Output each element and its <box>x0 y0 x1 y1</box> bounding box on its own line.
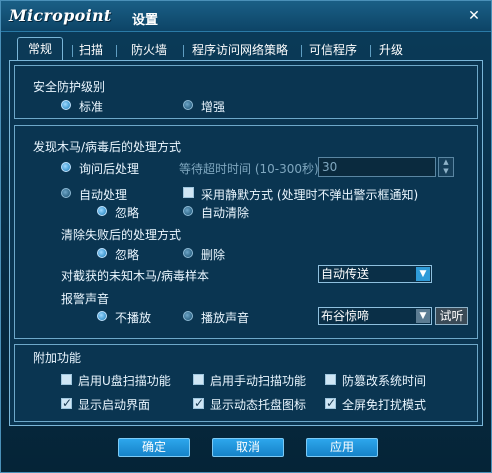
radio-fail-delete[interactable] <box>183 248 193 258</box>
radio-enhanced[interactable] <box>183 100 193 110</box>
radio-play-sound-label: 播放声音 <box>201 311 250 325</box>
tab-bar: 常规 扫描 防火墙 程序访问网络策略 可信程序 升级 <box>9 37 483 62</box>
usb-scan-label: 启用U盘扫描功能 <box>78 374 171 388</box>
chevron-down-icon[interactable]: ▼ <box>416 309 430 323</box>
settings-window: Micropoint 设置 ✕ 常规 扫描 防火墙 程序访问网络策略 可信程序 … <box>0 0 492 473</box>
fullscreen-checkbox[interactable] <box>325 396 336 410</box>
tab-separator <box>116 45 117 57</box>
timeout-spinner[interactable]: ▲ ▼ <box>438 157 454 177</box>
apply-button[interactable]: 应用 <box>306 438 378 457</box>
ok-button[interactable]: 确定 <box>118 438 190 457</box>
radio-fail-ignore-label: 忽略 <box>115 248 140 262</box>
tab-separator <box>72 45 73 57</box>
radio-no-sound-label: 不播放 <box>115 311 152 325</box>
sound-value: 布谷惊啼 <box>321 309 370 323</box>
tab-trusted-programs[interactable]: 可信程序 <box>305 41 361 61</box>
radio-ask-label: 询问后处理 <box>79 162 140 176</box>
trojan-handling-heading: 发现木马/病毒后的处理方式 <box>33 140 182 154</box>
trojan-handling-group: 发现木马/病毒后的处理方式 询问后处理 等待超时时间 (10-300秒): 30… <box>14 125 478 339</box>
spin-down-icon[interactable]: ▼ <box>439 167 453 176</box>
alarm-heading: 报警声音 <box>61 292 110 306</box>
radio-auto-clear-label: 自动清除 <box>201 206 250 220</box>
sound-select[interactable]: 布谷惊啼 ▼ <box>318 307 432 325</box>
splash-checkbox[interactable] <box>61 396 72 410</box>
manual-scan-label: 启用手动扫描功能 <box>210 374 307 388</box>
unknown-sample-label: 对截获的未知木马/病毒样本 <box>61 269 210 283</box>
radio-auto-clear[interactable] <box>183 206 193 216</box>
fullscreen-label: 全屏免打扰模式 <box>342 398 427 412</box>
usb-scan-checkbox[interactable] <box>61 374 72 385</box>
radio-ask[interactable] <box>61 162 71 172</box>
unknown-sample-select[interactable]: 自动传送 ▼ <box>318 265 432 283</box>
cancel-button[interactable]: 取消 <box>212 438 284 457</box>
time-protect-checkbox[interactable] <box>325 374 336 385</box>
fail-heading: 清除失败后的处理方式 <box>61 228 182 242</box>
timeout-label: 等待超时时间 (10-300秒): <box>179 162 323 176</box>
radio-auto-label: 自动处理 <box>79 188 128 202</box>
tab-network-policy[interactable]: 程序访问网络策略 <box>187 41 293 61</box>
time-protect-label: 防篡改系统时间 <box>342 374 427 388</box>
radio-ignore-label: 忽略 <box>115 206 140 220</box>
tray-icon-checkbox[interactable] <box>193 396 204 410</box>
tab-scan[interactable]: 扫描 <box>75 41 107 61</box>
tab-firewall[interactable]: 防火墙 <box>121 41 177 61</box>
radio-fail-delete-label: 删除 <box>201 248 226 262</box>
spin-up-icon[interactable]: ▲ <box>439 158 453 167</box>
silent-checkbox[interactable] <box>183 187 194 198</box>
radio-auto[interactable] <box>61 188 71 198</box>
timeout-input[interactable]: 30 <box>318 157 436 177</box>
chevron-down-icon[interactable]: ▼ <box>416 267 430 281</box>
radio-standard-label: 标准 <box>79 100 104 114</box>
close-icon[interactable]: ✕ <box>466 8 482 24</box>
security-level-heading: 安全防护级别 <box>33 80 106 94</box>
manual-scan-checkbox[interactable] <box>193 374 204 385</box>
tab-separator <box>183 45 184 57</box>
unknown-sample-value: 自动传送 <box>321 267 370 281</box>
tab-general[interactable]: 常规 <box>17 37 63 62</box>
radio-ignore[interactable] <box>97 206 107 216</box>
extras-heading: 附加功能 <box>33 351 82 365</box>
tab-update[interactable]: 升级 <box>375 41 407 61</box>
tray-icon-label: 显示动态托盘图标 <box>210 398 307 412</box>
listen-button[interactable]: 试听 <box>435 307 468 325</box>
radio-no-sound[interactable] <box>97 311 107 321</box>
tab-separator <box>301 45 302 57</box>
radio-play-sound[interactable] <box>183 311 193 321</box>
radio-fail-ignore[interactable] <box>97 248 107 258</box>
silent-label: 采用静默方式 (处理时不弹出警示框通知) <box>201 188 419 202</box>
radio-enhanced-label: 增强 <box>201 100 226 114</box>
splash-label: 显示启动界面 <box>78 398 151 412</box>
app-logo: Micropoint <box>9 6 112 25</box>
security-level-group: 安全防护级别 标准 增强 <box>14 65 478 119</box>
extras-group: 附加功能 启用U盘扫描功能 启用手动扫描功能 防篡改系统时间 显示启动界面 显示… <box>14 344 478 422</box>
title-bar: Micropoint 设置 ✕ <box>1 1 491 32</box>
window-title: 设置 <box>132 13 159 28</box>
radio-standard[interactable] <box>61 100 71 110</box>
tab-separator <box>370 45 371 57</box>
general-panel: 安全防护级别 标准 增强 发现木马/病毒后的处理方式 询问后处理 等待超时时间 … <box>9 60 483 426</box>
